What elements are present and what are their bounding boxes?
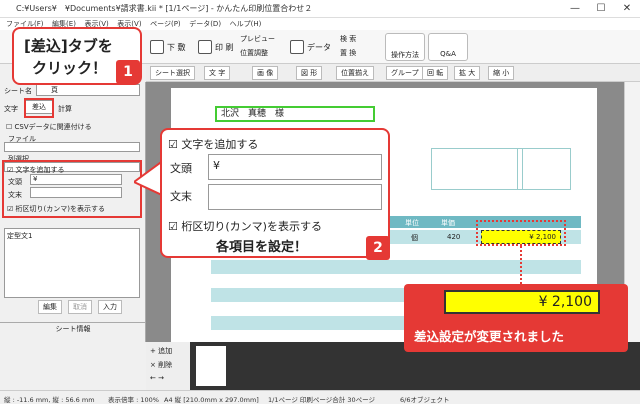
tool-zoom-in[interactable]: 拡 大: [454, 66, 481, 80]
amount-highlight: [476, 220, 566, 246]
thumbnail-buttons: + 追加 × 削除 ← →: [146, 342, 190, 390]
tool-sheet-select[interactable]: シート選択: [150, 66, 195, 80]
position-adjust-button[interactable]: 位置調整: [240, 48, 268, 58]
printer-icon: [198, 40, 212, 54]
sheet-name-label: シート名: [4, 87, 32, 95]
callout2-tail-input: [208, 184, 382, 210]
result-callout: ¥ 2,100 差込設定が変更されました: [404, 284, 628, 352]
col-price: 単価: [441, 219, 455, 227]
tail-label: 文末: [8, 191, 22, 199]
underlay-button[interactable]: 下 敷: [150, 34, 186, 60]
callout2-separator: ☑ 桁区切り(カンマ)を表示する: [168, 220, 322, 233]
stamp-box: [431, 148, 523, 190]
col-unit: 単位: [405, 219, 419, 227]
object-toolbar: シート選択 文 字 画 像 図 形 位置揃え グループ 回 転 拡 大 縮 小: [146, 64, 640, 82]
underlay-icon: [150, 40, 164, 54]
callout2-tail-label: 文末: [170, 190, 192, 203]
print-button[interactable]: 印 刷: [198, 34, 234, 60]
add-page-button[interactable]: + 追加: [150, 346, 186, 356]
callout1-line1: [差込]タブを: [24, 37, 113, 55]
page-nav-arrows[interactable]: ← →: [150, 374, 186, 382]
data-button[interactable]: データ: [290, 34, 331, 60]
status-paper: A4 縦 [210.0mm x 297.0mm]: [164, 396, 259, 404]
cancel-button[interactable]: 取消: [68, 300, 92, 314]
tail-input[interactable]: [30, 187, 122, 198]
cell-unit: 個: [411, 234, 418, 242]
sheet-name-input[interactable]: 頁: [36, 84, 140, 96]
page-thumbnail[interactable]: [196, 346, 226, 386]
qa-button[interactable]: Q&A: [428, 33, 468, 61]
menu-page[interactable]: ページ(P): [150, 18, 181, 30]
search-button[interactable]: 検 索: [340, 34, 356, 44]
tab-calc[interactable]: 計算: [58, 104, 72, 114]
edit-button[interactable]: 編集: [38, 300, 62, 314]
tool-align[interactable]: 位置揃え: [336, 66, 374, 80]
window-title: C:¥Users¥ ¥Documents¥請求書.kii * [1/1ページ] …: [16, 4, 313, 13]
tool-rotate[interactable]: 回 転: [422, 66, 449, 80]
step-2-badge: 2: [366, 236, 390, 260]
close-button[interactable]: ✕: [614, 1, 640, 17]
menu-help[interactable]: ヘルプ(H): [230, 18, 262, 30]
step-1-badge: 1: [116, 60, 140, 84]
callout2-add-text: ☑ 文字を追加する: [168, 138, 259, 151]
result-caption: 差込設定が変更されました: [414, 329, 565, 344]
callout2-head-input: ¥: [208, 154, 382, 180]
tool-shape[interactable]: 図 形: [296, 66, 323, 80]
head-label: 文頭: [8, 178, 22, 186]
status-coords: 縦 : -11.6 mm, 縦 : 56.6 mm: [4, 396, 95, 404]
tab-text[interactable]: 文字: [4, 104, 18, 114]
result-connector: [520, 246, 522, 284]
left-panel: シート名 頁 文字 差込 計算 ☐ CSVデータに関連付ける ファイル 列選択 …: [0, 82, 146, 342]
delete-page-button[interactable]: × 削除: [150, 360, 186, 370]
howto-button[interactable]: 操作方法: [385, 33, 425, 61]
input-button[interactable]: 入力: [98, 300, 122, 314]
menu-data[interactable]: データ(D): [189, 18, 221, 30]
fixed-text-list[interactable]: 定型文1: [4, 228, 140, 298]
title-bar: C:¥Users¥ ¥Documents¥請求書.kii * [1/1ページ] …: [0, 0, 640, 18]
csv-link-checkbox[interactable]: ☐ CSVデータに関連付ける: [6, 122, 92, 132]
data-icon: [290, 40, 304, 54]
callout2-head-label: 文頭: [170, 162, 192, 175]
status-bar: 縦 : -11.6 mm, 縦 : 56.6 mm 表示倍率 : 100% A4…: [0, 390, 640, 404]
insert-tab-highlight: [24, 98, 54, 118]
table-row: [211, 260, 581, 274]
status-zoom: 表示倍率 : 100%: [108, 396, 159, 404]
sheet-info-header[interactable]: シート情報: [0, 322, 146, 334]
tool-zoom-out[interactable]: 縮 小: [488, 66, 515, 80]
result-value: ¥ 2,100: [444, 290, 600, 314]
minimize-button[interactable]: —: [562, 1, 588, 17]
head-input[interactable]: ¥: [30, 174, 122, 185]
callout-settings: ☑ 文字を追加する 文頭 ¥ 文末 ☑ 桁区切り(カンマ)を表示する 各項目を設…: [160, 128, 390, 258]
callout1-line2: クリック！: [32, 59, 108, 77]
callout2-caption: 各項目を設定！: [216, 240, 308, 255]
recipient-name[interactable]: 北沢 真穂 様: [215, 106, 375, 122]
tool-text[interactable]: 文 字: [204, 66, 231, 80]
tool-image[interactable]: 画 像: [252, 66, 279, 80]
stamp-box-2: [517, 148, 571, 190]
tool-group[interactable]: グループ: [386, 66, 424, 80]
status-objects: 6/6オブジェクト: [400, 396, 450, 404]
maximize-button[interactable]: ☐: [588, 1, 614, 17]
status-pages: 1/1ページ 印刷ページ合計 30ページ: [268, 396, 375, 404]
file-select[interactable]: [4, 142, 140, 152]
preview-button[interactable]: プレビュー: [240, 34, 275, 44]
cell-price: 420: [447, 233, 461, 241]
replace-button[interactable]: 置 換: [340, 48, 356, 58]
separator-checkbox[interactable]: ☑ 桁区切り(カンマ)を表示する: [7, 204, 105, 214]
